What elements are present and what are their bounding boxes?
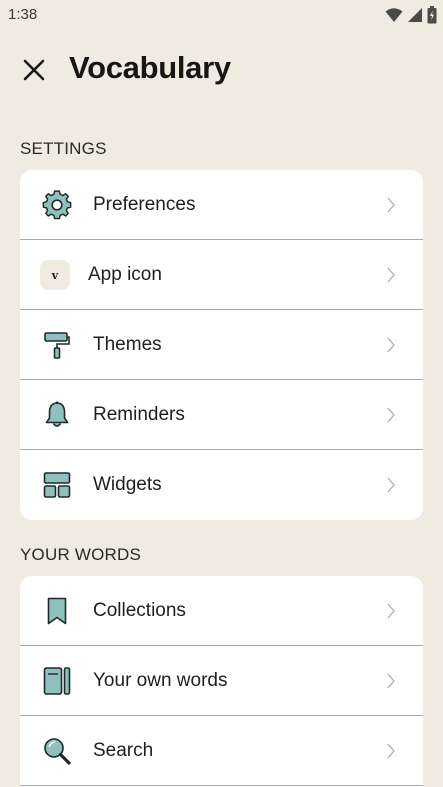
notebook-icon <box>40 665 74 697</box>
signal-icon <box>408 8 422 22</box>
page-title: Vocabulary <box>69 50 231 85</box>
status-icons <box>385 5 437 25</box>
app-icon: v <box>38 259 72 291</box>
paint-roller-icon <box>40 329 74 361</box>
chevron-right-icon <box>387 267 395 283</box>
your-words-item-collections[interactable]: Collections <box>20 576 423 646</box>
close-icon <box>23 59 45 81</box>
section-label-your-words: YOUR WORDS <box>20 545 141 564</box>
bell-icon <box>40 399 74 431</box>
status-bar: 1:38 <box>0 0 443 30</box>
settings-item-themes[interactable]: Themes <box>20 310 423 380</box>
settings-card: Preferences v App icon Themes Reminders … <box>20 170 423 520</box>
settings-item-label: Reminders <box>93 404 185 425</box>
header: Vocabulary <box>0 40 443 100</box>
settings-item-label: Widgets <box>93 474 162 495</box>
settings-item-label: App icon <box>88 264 162 285</box>
gear-icon <box>40 189 74 221</box>
settings-item-app-icon[interactable]: v App icon <box>20 240 423 310</box>
chevron-right-icon <box>387 673 395 689</box>
your-words-item-label: Your own words <box>93 670 228 691</box>
app-icon-letter: v <box>40 260 70 290</box>
settings-item-label: Themes <box>93 334 162 355</box>
close-button[interactable] <box>18 54 50 86</box>
chevron-right-icon <box>387 603 395 619</box>
magnifier-icon <box>40 735 74 767</box>
bookmark-icon <box>40 595 74 627</box>
settings-item-reminders[interactable]: Reminders <box>20 380 423 450</box>
your-words-item-label: Search <box>93 740 154 761</box>
chevron-right-icon <box>387 197 395 213</box>
chevron-right-icon <box>387 477 395 493</box>
your-words-item-search[interactable]: Search <box>20 716 423 786</box>
your-words-card: Collections Your own words Search <box>20 576 423 787</box>
widgets-icon <box>40 469 74 501</box>
status-time: 1:38 <box>8 6 38 23</box>
your-words-item-own-words[interactable]: Your own words <box>20 646 423 716</box>
battery-icon <box>427 6 437 24</box>
chevron-right-icon <box>387 407 395 423</box>
chevron-right-icon <box>387 337 395 353</box>
settings-item-widgets[interactable]: Widgets <box>20 450 423 520</box>
wifi-icon <box>385 8 403 22</box>
your-words-item-label: Collections <box>93 600 186 621</box>
settings-item-label: Preferences <box>93 194 196 215</box>
chevron-right-icon <box>387 743 395 759</box>
section-label-settings: SETTINGS <box>20 139 107 158</box>
settings-item-preferences[interactable]: Preferences <box>20 170 423 240</box>
